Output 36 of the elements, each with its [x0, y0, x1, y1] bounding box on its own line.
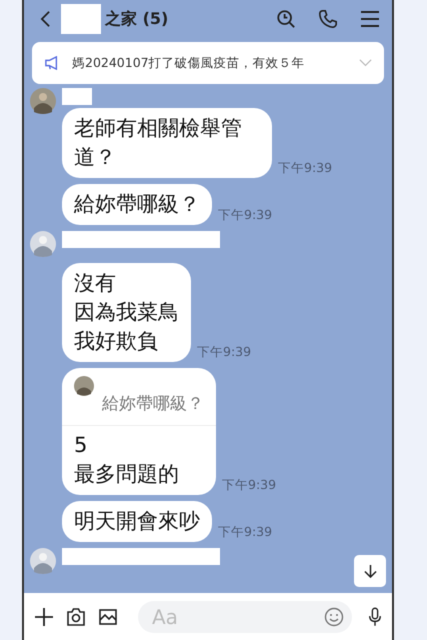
quoted-message: 給妳帶哪級？ — [102, 393, 204, 416]
back-icon[interactable] — [40, 10, 51, 28]
avatar[interactable] — [30, 231, 56, 257]
message-text: 沒有 — [74, 270, 116, 297]
chat-title: 之家 (5) — [105, 8, 168, 30]
message-text: 5 — [74, 432, 88, 459]
megaphone-icon — [44, 56, 60, 70]
camera-icon[interactable] — [66, 606, 86, 626]
timestamp: 下午9:39 — [218, 207, 272, 224]
avatar[interactable] — [30, 88, 56, 114]
phone-icon[interactable] — [318, 9, 338, 29]
avatar[interactable] — [30, 548, 56, 574]
menu-icon[interactable] — [360, 9, 380, 29]
message-text: 明天開會來吵 — [74, 508, 200, 535]
search-icon[interactable] — [276, 9, 296, 29]
message-text: 因為我菜鳥 — [74, 299, 179, 326]
image-icon[interactable] — [98, 606, 118, 626]
plus-icon[interactable] — [34, 606, 54, 626]
timestamp: 下午9:39 — [222, 477, 276, 494]
announcement-text: 媽20240107打了破傷風疫苗，有效５年 — [72, 54, 306, 72]
timestamp: 下午9:39 — [197, 344, 252, 361]
message-text: 老師有相關檢舉管道？ — [74, 115, 243, 171]
message-text: 我好欺負 — [74, 328, 158, 355]
timestamp: 下午9:39 — [218, 524, 272, 541]
redaction-bar — [62, 88, 92, 105]
message-field[interactable]: Aa — [138, 600, 352, 632]
timestamp: 下午9:39 — [278, 160, 332, 177]
arrow-down-icon — [364, 564, 376, 578]
avatar — [74, 376, 94, 396]
announcement-banner[interactable]: 媽20240107打了破傷風疫苗，有效５年 — [32, 42, 384, 84]
microphone-icon[interactable] — [368, 606, 382, 626]
redaction-bar — [61, 4, 101, 34]
message-text: 最多問題的 — [74, 461, 179, 488]
message-text: 給妳帶哪級？ — [74, 191, 200, 218]
scroll-down-button[interactable] — [354, 555, 386, 587]
emoji-icon[interactable] — [324, 606, 344, 626]
